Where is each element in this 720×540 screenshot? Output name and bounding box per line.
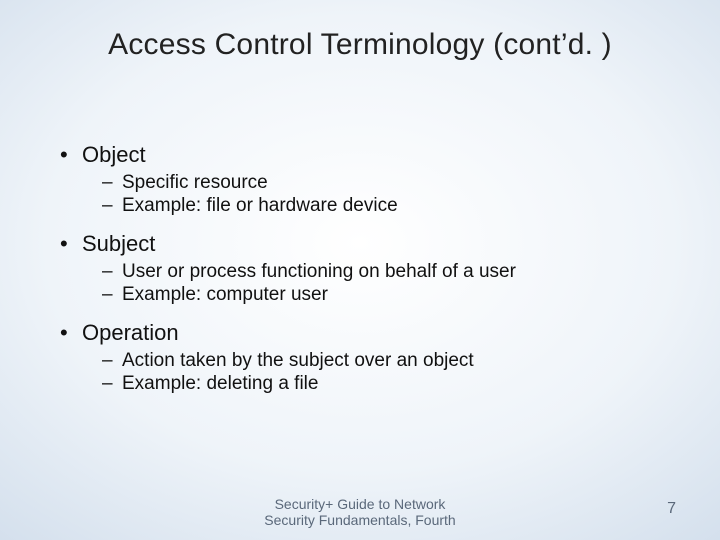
sub-text: User or process functioning on behalf of… bbox=[122, 261, 516, 283]
bullet-icon: • bbox=[60, 144, 82, 166]
sub-item: – Example: deleting a file bbox=[102, 373, 670, 395]
bullet-icon: • bbox=[60, 233, 82, 255]
bullet-subject: • Subject bbox=[60, 231, 670, 257]
sub-item: – User or process functioning on behalf … bbox=[102, 261, 670, 283]
sub-text: Action taken by the subject over an obje… bbox=[122, 350, 474, 372]
footer: Security+ Guide to Network Security Fund… bbox=[0, 496, 720, 536]
bullet-icon: • bbox=[60, 322, 82, 344]
dash-icon: – bbox=[102, 195, 122, 217]
sub-item: – Action taken by the subject over an ob… bbox=[102, 350, 670, 372]
dash-icon: – bbox=[102, 350, 122, 372]
slide: Access Control Terminology (cont’d. ) • … bbox=[0, 0, 720, 540]
slide-body: • Object – Specific resource – Example: … bbox=[60, 132, 670, 409]
dash-icon: – bbox=[102, 261, 122, 283]
bullet-object: • Object bbox=[60, 142, 670, 168]
sub-item: – Example: computer user bbox=[102, 284, 670, 306]
footer-text: Security+ Guide to Network Security Fund… bbox=[264, 496, 455, 528]
footer-line: Security Fundamentals, Fourth bbox=[264, 512, 455, 528]
bullet-label: Operation bbox=[82, 320, 179, 346]
sub-group: – User or process functioning on behalf … bbox=[60, 261, 670, 306]
sub-text: Example: computer user bbox=[122, 284, 328, 306]
bullet-operation: • Operation bbox=[60, 320, 670, 346]
bullet-label: Object bbox=[82, 142, 146, 168]
sub-group: – Action taken by the subject over an ob… bbox=[60, 350, 670, 395]
footer-line: Security+ Guide to Network bbox=[275, 496, 446, 512]
bullet-label: Subject bbox=[82, 231, 155, 257]
sub-text: Specific resource bbox=[122, 172, 268, 194]
sub-item: – Example: file or hardware device bbox=[102, 195, 670, 217]
dash-icon: – bbox=[102, 284, 122, 306]
sub-text: Example: deleting a file bbox=[122, 373, 318, 395]
slide-title: Access Control Terminology (cont’d. ) bbox=[0, 28, 720, 62]
sub-item: – Specific resource bbox=[102, 172, 670, 194]
dash-icon: – bbox=[102, 373, 122, 395]
sub-group: – Specific resource – Example: file or h… bbox=[60, 172, 670, 217]
dash-icon: – bbox=[102, 172, 122, 194]
sub-text: Example: file or hardware device bbox=[122, 195, 398, 217]
page-number: 7 bbox=[667, 500, 676, 518]
